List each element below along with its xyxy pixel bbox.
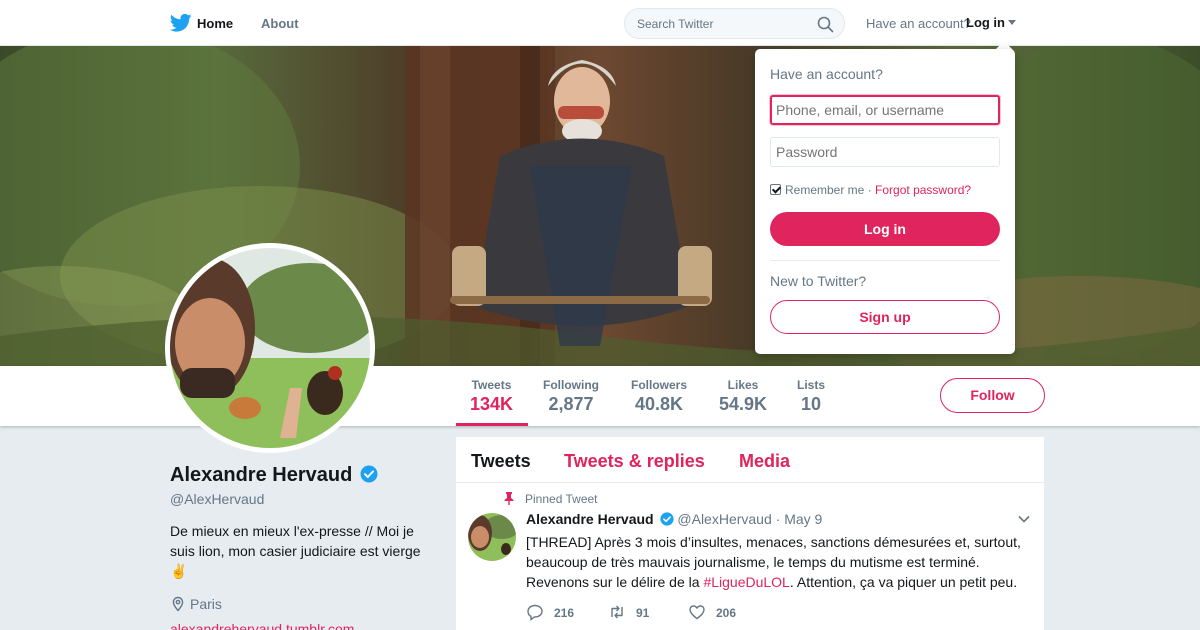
stat-following-value: 2,877 [548,394,594,414]
tweet-author-name[interactable]: Alexandre Hervaud [526,511,654,527]
profile-location: Paris [170,596,222,612]
stat-lists-value: 10 [800,394,822,414]
remember-me-row: Remember me · Forgot password? [770,183,971,197]
chevron-down-icon[interactable] [1018,515,1030,523]
reply-icon [527,604,543,621]
stat-tweets-value: 134K [470,394,514,414]
verified-badge-icon [659,512,674,526]
remember-me-checkbox[interactable] [770,184,781,195]
forgot-password-link[interactable]: Forgot password? [875,183,971,197]
profile-handle[interactable]: @AlexHervaud [170,491,264,507]
have-account-text: Have an account? [866,16,971,31]
profile-name: Alexandre Hervaud [170,464,378,487]
tab-tweets[interactable]: Tweets [471,451,531,472]
stat-following-label: Following [543,378,599,392]
pinned-tweet-label: Pinned Tweet [525,492,598,506]
timeline-tabs: Tweets Tweets & replies Media [456,437,1044,483]
tweet-author-avatar[interactable] [468,513,516,561]
username-field[interactable] [770,95,1000,125]
stat-followers[interactable]: Followers 40.8K [631,378,687,415]
new-to-twitter-text: New to Twitter? [770,273,867,289]
profile-name-text: Alexandre Hervaud [170,464,353,486]
timeline: Tweets Tweets & replies Media Pinned Twe… [456,437,1044,630]
remember-me-label[interactable]: Remember me [785,183,864,197]
login-dropdown: Have an account? Remember me · Forgot pa… [755,49,1015,354]
pin-icon [504,492,514,505]
profile-website-link[interactable]: alexandrehervaud.tumblr.com [170,621,354,630]
dropdown-divider [770,260,1000,261]
remember-separator: · [867,183,872,197]
stat-followers-value: 40.8K [634,394,684,414]
search-placeholder: Search Twitter [637,17,714,31]
tweet-text-end: . Attention, ça va piquer un petit peu. [789,574,1018,590]
search-input[interactable]: Search Twitter [624,8,845,39]
verified-badge-icon [360,465,378,483]
profile-bio: De mieux en mieux l'ex-presse // Moi je … [170,523,421,579]
stat-likes-label: Likes [727,378,759,392]
tweet-hashtag-link[interactable]: #LigueDuLOL [703,574,789,590]
stat-tweets-label: Tweets [471,378,512,392]
signup-button[interactable]: Sign up [770,300,1000,334]
reply-count: 216 [554,606,575,620]
heart-icon [689,605,705,620]
stat-followers-label: Followers [631,378,688,392]
login-button[interactable]: Log in [770,212,1000,246]
nav-about-link[interactable]: About [261,16,299,31]
tweet-author-handle[interactable]: @AlexHervaud [677,511,771,527]
retweet-count: 91 [636,606,650,620]
tab-media[interactable]: Media [739,451,790,472]
retweet-action[interactable]: 91 [608,603,649,621]
tweet-text: [THREAD] Après 3 mois d’insultes, menace… [526,532,1031,592]
login-dropdown-toggle[interactable]: Log in [966,15,1016,30]
stat-lists[interactable]: Lists 10 [797,378,825,415]
password-field[interactable] [770,137,1000,167]
stat-tweets[interactable]: Tweets 134K [470,378,513,415]
like-count: 206 [716,606,737,620]
tweet-header: Alexandre Hervaud @AlexHervaud · May 9 [526,511,822,527]
stat-likes[interactable]: Likes 54.9K [719,378,767,415]
tweet-date[interactable]: · May 9 [776,511,823,527]
profile-avatar[interactable] [165,243,375,453]
active-tab-underline [456,423,528,426]
avatar-photo [170,248,370,448]
twitter-bird-icon[interactable] [170,13,192,33]
stat-likes-value: 54.9K [719,394,768,414]
like-action[interactable]: 206 [688,603,736,621]
retweet-icon [611,605,623,619]
login-link-label: Log in [966,15,1005,30]
tab-tweets-replies[interactable]: Tweets & replies [564,451,705,472]
stat-following[interactable]: Following 2,877 [543,378,599,415]
reply-action[interactable]: 216 [526,603,574,621]
caret-down-icon [1008,20,1016,25]
nav-home-link[interactable]: Home [197,16,233,31]
profile-location-text: Paris [190,596,222,612]
top-navigation-bar: Home About Search Twitter Have an accoun… [0,0,1200,46]
follow-button[interactable]: Follow [940,378,1045,413]
search-icon[interactable] [817,16,834,33]
dropdown-title: Have an account? [770,66,883,82]
location-pin-icon [172,596,184,612]
stat-lists-label: Lists [797,378,826,392]
